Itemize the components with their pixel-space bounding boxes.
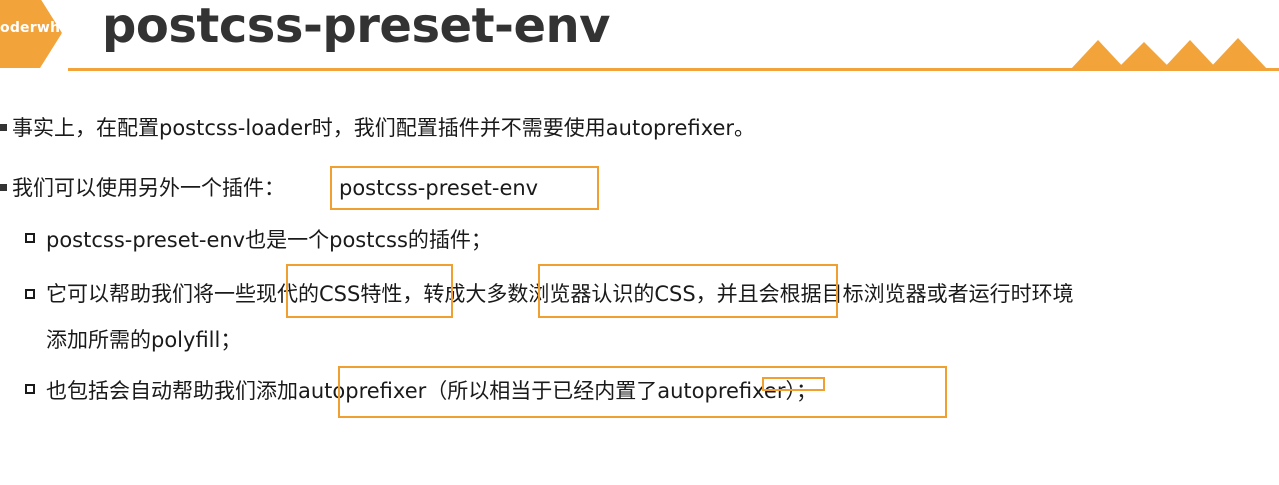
sub-bullet-text: postcss-preset-env也是一个postcss的插件； [46, 228, 492, 252]
logo-text: oderwhy [0, 20, 70, 36]
highlight-box-small [762, 377, 825, 391]
bullet-marker [0, 184, 7, 191]
bullet-text: 事实上，在配置postcss-loader时，我们配置插件并不需要使用autop… [12, 116, 756, 140]
sub-bullet-marker [25, 289, 35, 299]
sub-bullet-marker [25, 384, 35, 394]
highlight-box [330, 166, 599, 210]
highlight-box [538, 264, 838, 318]
sub-bullet-text-continued: 添加所需的polyfill； [46, 328, 242, 352]
bullet-text: 我们可以使用另外一个插件： [12, 176, 285, 200]
sub-bullet-marker [25, 233, 35, 243]
header-divider [68, 68, 1279, 71]
highlight-box [338, 366, 947, 418]
bullet-marker [0, 124, 7, 131]
highlight-box [286, 264, 453, 318]
mountain-decoration-icon [1070, 38, 1279, 70]
page-title: postcss-preset-env [102, 0, 610, 54]
